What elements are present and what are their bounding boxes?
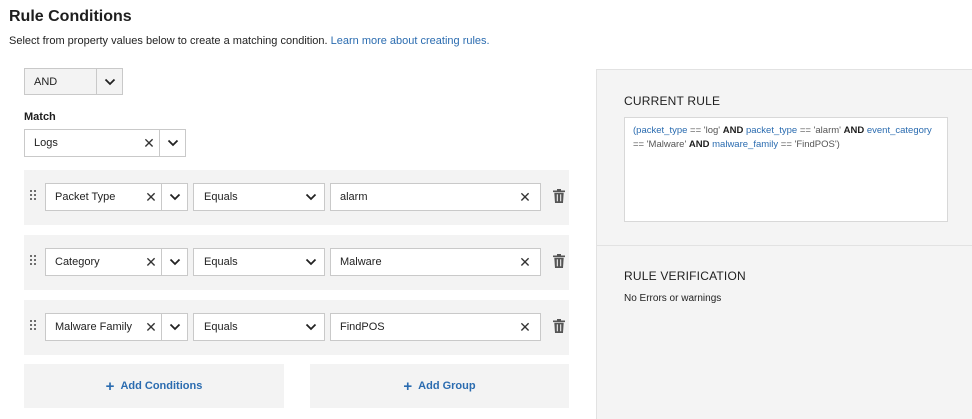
trash-icon[interactable] [553,189,565,203]
value-input[interactable]: alarm ✕ [330,183,541,211]
rule-operator: AND [688,139,710,150]
rule-text: == 'Malware' [633,139,689,150]
learn-more-link[interactable]: Learn more about creating rules. [331,35,490,47]
match-value: Logs [34,137,58,149]
rule-operator: AND [843,125,865,136]
rule-summary-panel: CURRENT RULE (packet_type == 'log' AND p… [596,69,972,419]
rule-text: == 'log' [687,125,723,136]
condition-row: Packet Type ✕ Equals alarm ✕ [24,170,569,225]
rule-verification-message: No Errors or warnings [624,293,722,304]
rule-field: packet_type [636,125,688,136]
chevron-down-icon[interactable] [161,314,187,340]
plus-icon: + [105,377,115,395]
property-select[interactable]: Malware Family ✕ [45,313,188,341]
close-icon[interactable]: ✕ [510,249,540,275]
close-icon[interactable]: ✕ [141,184,161,210]
property-value: Category [55,256,100,268]
page-subtitle: Select from property values below to cre… [9,35,490,47]
value-text: FindPOS [340,321,385,333]
operator-select[interactable]: Equals [193,313,325,341]
property-select[interactable]: Category ✕ [45,248,188,276]
add-group-label: Add Group [418,380,476,392]
chevron-down-icon[interactable] [298,184,324,210]
current-rule-title: CURRENT RULE [624,94,721,108]
logic-operator-select[interactable]: AND [24,68,123,95]
operator-value: Equals [204,256,238,268]
close-icon[interactable]: ✕ [510,184,540,210]
drag-handle-icon[interactable] [30,190,38,204]
value-input[interactable]: Malware ✕ [330,248,541,276]
rule-field: malware_family [712,139,779,150]
chevron-down-icon[interactable] [161,184,187,210]
drag-handle-icon[interactable] [30,320,38,334]
rule-field: packet_type [745,125,798,136]
subtitle-text: Select from property values below to cre… [9,35,328,47]
chevron-down-icon[interactable] [298,249,324,275]
panel-divider [597,245,972,246]
close-icon[interactable]: ✕ [141,314,161,340]
operator-value: Equals [204,321,238,333]
chevron-down-icon[interactable] [159,130,185,156]
add-conditions-button[interactable]: + Add Conditions [24,364,284,408]
rule-operator: AND [722,125,744,136]
match-select[interactable]: Logs ✕ [24,129,186,157]
rule-verification-title: RULE VERIFICATION [624,269,746,283]
close-icon[interactable]: ✕ [510,314,540,340]
rule-field: event_category [866,125,932,136]
current-rule-expression: (packet_type == 'log' AND packet_type ==… [624,117,948,222]
add-conditions-label: Add Conditions [120,380,203,392]
condition-row: Malware Family ✕ Equals FindPOS ✕ [24,300,569,355]
page-title: Rule Conditions [9,8,132,25]
value-text: alarm [340,191,368,203]
operator-select[interactable]: Equals [193,248,325,276]
rule-text: == 'FindPOS') [778,139,840,150]
logic-operator-value: AND [34,75,58,88]
chevron-down-icon[interactable] [161,249,187,275]
match-label: Match [24,111,56,123]
trash-icon[interactable] [553,319,565,333]
property-select[interactable]: Packet Type ✕ [45,183,188,211]
rule-text: == 'alarm' [797,125,844,136]
operator-select[interactable]: Equals [193,183,325,211]
property-value: Packet Type [55,191,116,203]
property-value: Malware Family [55,321,133,333]
plus-icon: + [403,377,413,395]
value-text: Malware [340,256,382,268]
operator-value: Equals [204,191,238,203]
close-icon[interactable]: ✕ [141,249,161,275]
chevron-down-icon[interactable] [298,314,324,340]
close-icon[interactable]: ✕ [139,130,159,156]
value-input[interactable]: FindPOS ✕ [330,313,541,341]
chevron-down-icon[interactable] [96,69,122,94]
condition-row: Category ✕ Equals Malware ✕ [24,235,569,290]
trash-icon[interactable] [553,254,565,268]
drag-handle-icon[interactable] [30,255,38,269]
add-group-button[interactable]: + Add Group [310,364,569,408]
